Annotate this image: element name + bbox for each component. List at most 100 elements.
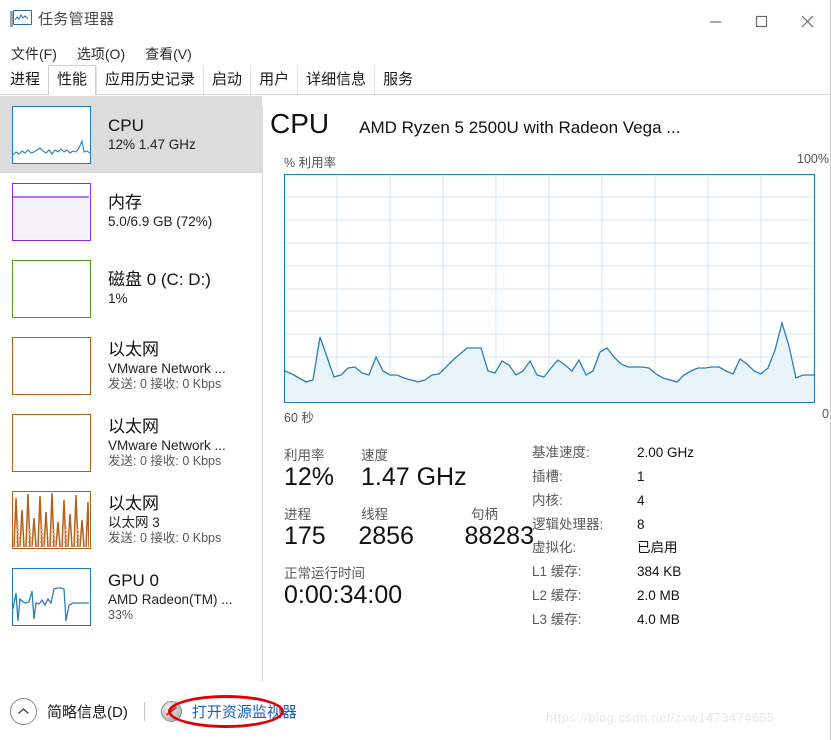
- tab-services[interactable]: 服务: [374, 66, 421, 94]
- spec-row-l1-cache: L1 缓存: 384 KB: [532, 564, 822, 580]
- sidebar-gpu0-sub2: 33%: [108, 608, 134, 623]
- sidebar-item-disk0[interactable]: 磁盘 0 (C: D:) 1%: [0, 250, 262, 327]
- sidebar-ethernet3-sub2: 发送: 0 接收: 0 Kbps: [108, 531, 222, 546]
- value-cores: 4: [637, 492, 645, 508]
- window-title: 任务管理器: [38, 11, 115, 28]
- content-area: CPU 12% 1.47 GHz 内存 5.0/6.9 GB (72%) 磁盘 …: [0, 96, 831, 740]
- value-utilization: 12%: [284, 463, 335, 491]
- watermark: https://blog.csdn.net/zxw1473474655: [546, 710, 775, 725]
- sidebar-item-ethernet-2[interactable]: 以太网 VMware Network ... 发送: 0 接收: 0 Kbps: [0, 404, 262, 481]
- disk0-thumbnail-graph: [12, 259, 91, 318]
- ethernet2-info: 以太网 VMware Network ... 发送: 0 接收: 0 Kbps: [108, 417, 226, 468]
- performance-sidebar: CPU 12% 1.47 GHz 内存 5.0/6.9 GB (72%) 磁盘 …: [0, 96, 262, 681]
- sidebar-item-ethernet-1[interactable]: 以太网 VMware Network ... 发送: 0 接收: 0 Kbps: [0, 327, 262, 404]
- cpu-thumbnail-graph: [12, 105, 91, 164]
- stats-area: 利用率 速度 12% 1.47 GHz 进程 线程 句柄 175 2856 88…: [270, 444, 831, 654]
- tab-bar: 进程 性能 应用历史记录 启动 用户 详细信息 服务: [0, 65, 830, 164]
- chevron-up-icon[interactable]: [10, 698, 37, 725]
- sidebar-disk0-title: 磁盘 0 (C: D:): [108, 270, 211, 290]
- tab-processes[interactable]: 进程: [2, 66, 48, 94]
- gpu0-thumbnail-graph: [12, 567, 91, 626]
- value-virtualization: 已启用: [637, 540, 678, 556]
- resource-monitor-icon[interactable]: [160, 701, 182, 722]
- label-sockets: 插槽:: [532, 468, 563, 484]
- fewer-details-button[interactable]: 简略信息(D): [47, 701, 128, 722]
- open-resource-monitor-label: 打开资源监视器: [191, 704, 297, 721]
- sidebar-item-memory[interactable]: 内存 5.0/6.9 GB (72%): [0, 173, 262, 250]
- tab-performance[interactable]: 性能: [48, 65, 97, 95]
- task-manager-icon: [10, 9, 32, 28]
- tab-startup[interactable]: 启动: [203, 66, 250, 94]
- spec-row-virtualization: 虚拟化: 已启用: [532, 541, 822, 556]
- sidebar-ethernet1-sub2: 发送: 0 接收: 0 Kbps: [108, 377, 222, 392]
- sidebar-item-cpu[interactable]: CPU 12% 1.47 GHz: [0, 96, 262, 173]
- value-l2-cache: 2.0 MB: [637, 588, 680, 604]
- chart-time-right: 0: [822, 407, 829, 421]
- tab-details[interactable]: 详细信息: [297, 66, 374, 94]
- stat-values-uptime: 0:00:34:00: [284, 581, 534, 610]
- sidebar-ethernet2-sub2: 发送: 0 接收: 0 Kbps: [108, 454, 222, 469]
- close-button[interactable]: [784, 0, 830, 42]
- sidebar-ethernet3-sub: 以太网 3: [108, 514, 160, 530]
- stat-labels-row1: 利用率 速度: [284, 444, 534, 464]
- label-utilization: 利用率: [284, 448, 325, 463]
- sidebar-ethernet1-title: 以太网: [108, 339, 159, 359]
- ethernet2-thumbnail-graph: [12, 413, 91, 472]
- sidebar-item-ethernet-3[interactable]: 以太网 以太网 3 发送: 0 接收: 0 Kbps: [0, 481, 262, 558]
- chart-ymax-label: 100%: [797, 152, 829, 166]
- value-handles: 88283: [464, 521, 534, 550]
- value-logical-processors: 8: [637, 516, 645, 532]
- sidebar-memory-sub: 5.0/6.9 GB (72%): [108, 214, 213, 230]
- gpu0-info: GPU 0 AMD Radeon(TM) ... 33%: [108, 571, 233, 622]
- title-bar: 任务管理器: [0, 0, 830, 42]
- menu-view[interactable]: 查看(V): [143, 43, 194, 65]
- spec-row-base-speed: 基准速度: 2.00 GHz: [532, 445, 822, 461]
- label-base-speed: 基准速度:: [532, 445, 590, 460]
- minimize-button[interactable]: [692, 0, 738, 42]
- menu-options[interactable]: 选项(O): [75, 43, 127, 65]
- tab-app-history[interactable]: 应用历史记录: [96, 66, 203, 94]
- spec-row-sockets: 插槽: 1: [532, 468, 822, 485]
- label-cores: 内核:: [532, 492, 563, 508]
- sidebar-gpu0-sub: AMD Radeon(TM) ...: [108, 591, 233, 607]
- value-sockets: 1: [637, 468, 645, 484]
- label-virtualization: 虚拟化:: [532, 540, 577, 556]
- open-resource-monitor-link[interactable]: 打开资源监视器: [192, 701, 297, 722]
- task-manager-window: 任务管理器 文件(F) 选项(O) 查看(V) 进程 性能 应用历史记录 启动 …: [0, 0, 831, 740]
- chart-axis-top: % 利用率 100%: [270, 152, 831, 174]
- label-speed: 速度: [361, 448, 388, 463]
- menu-file[interactable]: 文件(F): [9, 43, 59, 65]
- sidebar-cpu-title: CPU: [108, 116, 144, 136]
- cpu-model-name: AMD Ryzen 5 2500U with Radeon Vega ...: [359, 118, 681, 137]
- label-l1-cache: L1 缓存:: [532, 564, 582, 580]
- cpu-chart-svg: [284, 174, 815, 403]
- sidebar-item-gpu0[interactable]: GPU 0 AMD Radeon(TM) ... 33%: [0, 558, 262, 635]
- memory-thumbnail-graph: [12, 182, 91, 241]
- ethernet3-thumbnail-graph: [12, 490, 91, 549]
- label-l3-cache: L3 缓存:: [532, 611, 582, 627]
- title-left-group: 任务管理器: [10, 8, 115, 29]
- sidebar-ethernet2-title: 以太网: [108, 416, 159, 436]
- status-divider: [143, 702, 145, 721]
- sidebar-ethernet1-sub: VMware Network ...: [108, 360, 226, 376]
- stat-block-utilization-speed: 利用率 速度 12% 1.47 GHz: [284, 444, 534, 492]
- detail-header: CPU AMD Ryzen 5 2500U with Radeon Vega .…: [270, 96, 831, 140]
- chart-axis-bottom: 60 秒 0: [270, 407, 831, 426]
- memory-info: 内存 5.0/6.9 GB (72%): [108, 193, 212, 229]
- cpu-info: CPU 12% 1.47 GHz: [108, 116, 196, 152]
- sidebar-disk0-sub: 1%: [108, 291, 128, 307]
- window-controls: [692, 0, 830, 42]
- stat-labels-row2: 进程 线程 句柄: [284, 503, 534, 523]
- ethernet3-info: 以太网 以太网 3 发送: 0 接收: 0 Kbps: [108, 494, 221, 545]
- sidebar-ethernet2-sub: VMware Network ...: [108, 437, 226, 453]
- sidebar-ethernet3-title: 以太网: [108, 493, 159, 513]
- stat-labels-uptime: 正常运行时间: [284, 562, 534, 582]
- tab-users[interactable]: 用户: [250, 66, 297, 94]
- sidebar-cpu-sub: 12% 1.47 GHz: [108, 137, 196, 153]
- page-title: CPU: [270, 108, 330, 139]
- spec-row-cores: 内核: 4: [532, 492, 822, 509]
- disk0-info: 磁盘 0 (C: D:) 1%: [108, 270, 211, 306]
- maximize-button[interactable]: [738, 0, 784, 42]
- value-l3-cache: 4.0 MB: [637, 611, 680, 627]
- chart-ylabel: % 利用率: [284, 156, 337, 170]
